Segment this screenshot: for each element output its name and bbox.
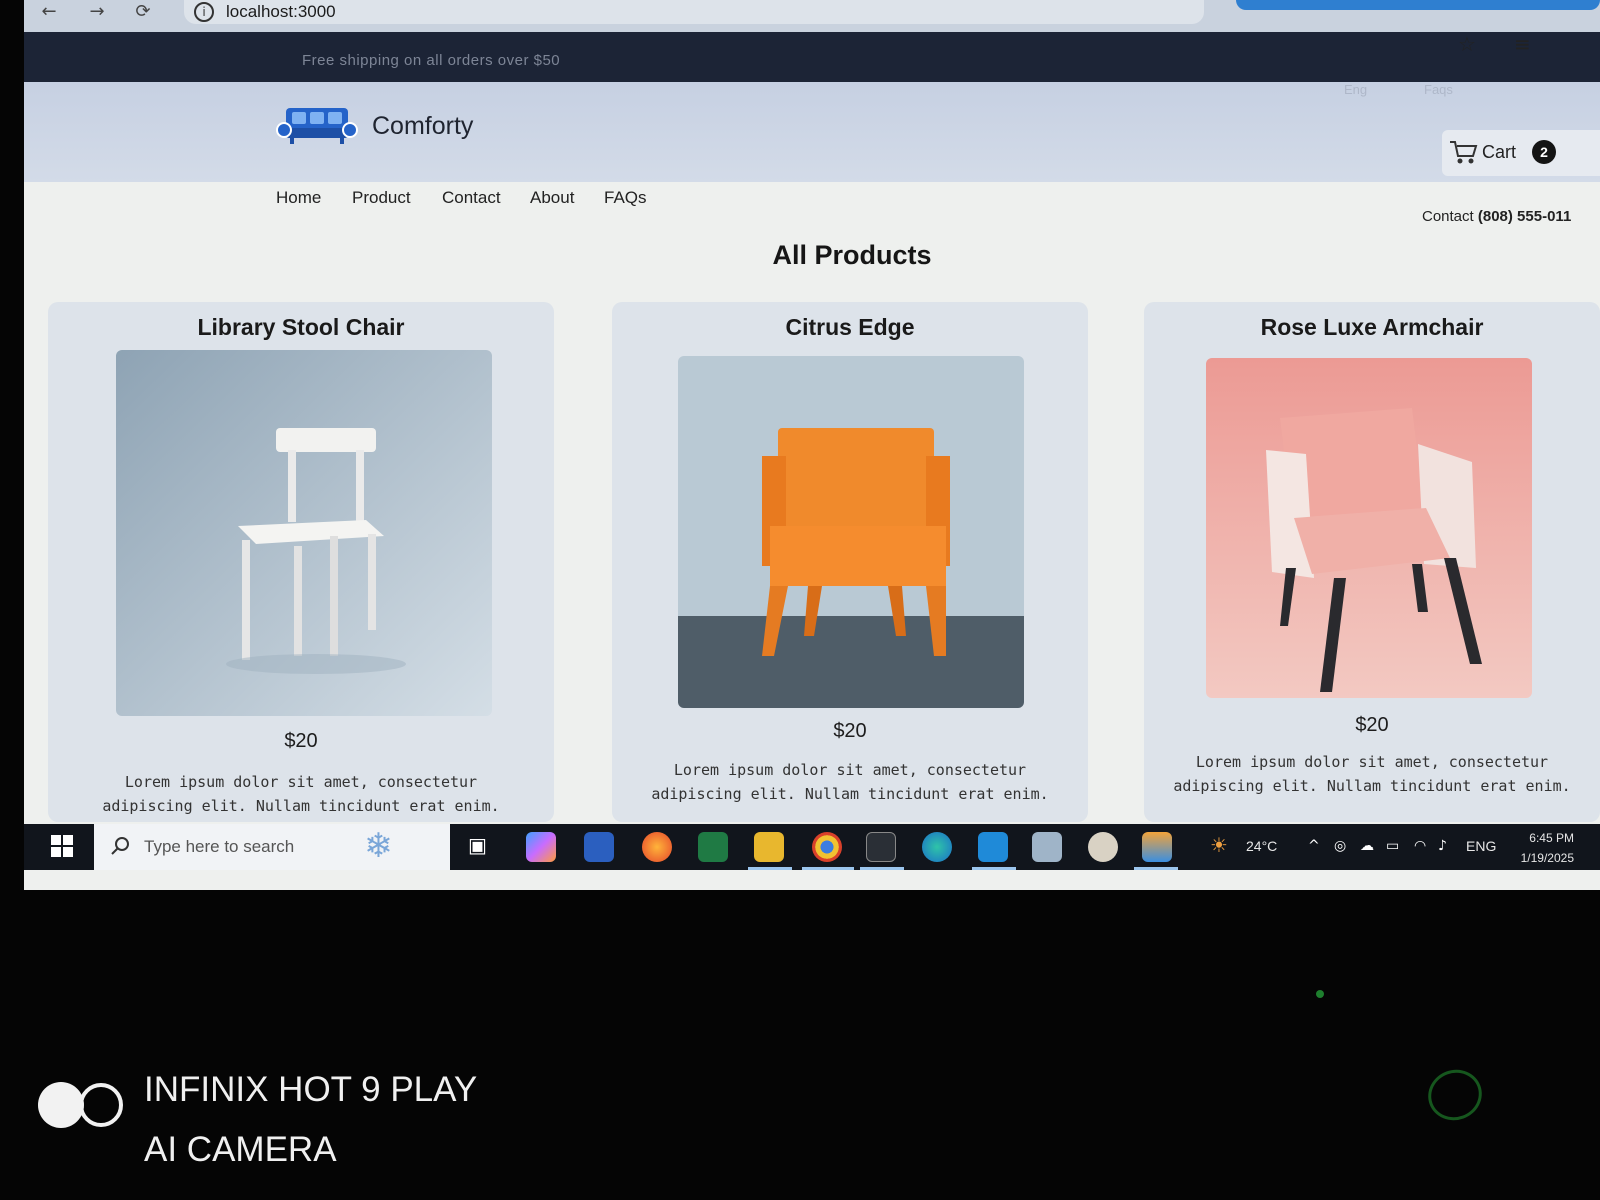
forward-button[interactable]: → <box>86 2 108 24</box>
terminal-icon[interactable] <box>866 832 896 862</box>
active-app-indicator <box>1134 867 1178 870</box>
search-icon <box>111 837 129 855</box>
product-description-line: adipiscing elit. Nullam tincidunt erat e… <box>1173 777 1571 795</box>
product-image-citrus-edge[interactable] <box>678 356 1024 708</box>
windows-start-icon[interactable] <box>50 834 74 858</box>
product-description: Lorem ipsum dolor sit amet, consectetur … <box>612 758 1088 806</box>
product-price: $20 <box>284 730 318 752</box>
camera-label: AI CAMERA <box>144 1130 337 1169</box>
active-app-indicator <box>972 867 1016 870</box>
weather-temp[interactable]: 24°C <box>1246 838 1277 854</box>
battery-icon[interactable]: ▭ <box>1386 838 1399 854</box>
power-led <box>1316 990 1324 998</box>
weather-icon[interactable]: ☀ <box>1210 833 1228 857</box>
clock-date: 1/19/2025 <box>1520 851 1574 865</box>
contact-phone[interactable]: (808) 555-011 <box>1478 208 1571 225</box>
announcement-bar: Free shipping on all orders over $50 <box>24 32 1600 82</box>
active-app-indicator <box>748 867 792 870</box>
product-card[interactable]: Library Stool Chair $20 Lorem ipsum dolo… <box>48 302 554 822</box>
brand-name[interactable]: Comforty <box>372 112 473 141</box>
product-name[interactable]: Rose Luxe Armchair <box>1144 314 1600 341</box>
product-description-line: Lorem ipsum dolor sit amet, consectetur <box>1195 753 1549 771</box>
announcement-text: Free shipping on all orders over $50 <box>302 52 561 69</box>
camera-toggle-icon <box>38 1082 123 1128</box>
edge-icon[interactable] <box>922 832 952 862</box>
cart-button[interactable]: Cart 2 <box>1442 130 1600 176</box>
reload-button[interactable]: ⟳ <box>132 2 154 24</box>
volume-icon[interactable]: ♪ <box>1438 838 1447 854</box>
product-description: Lorem ipsum dolor sit amet, consectetur … <box>48 770 554 818</box>
language-link[interactable]: Eng <box>1344 82 1367 97</box>
address-bar[interactable] <box>184 0 1204 24</box>
search-placeholder: Type here to search <box>144 837 295 856</box>
firefox-icon[interactable] <box>642 832 672 862</box>
file-explorer-icon[interactable] <box>754 832 784 862</box>
onedrive-icon[interactable]: ☁ <box>1360 838 1374 854</box>
copilot-icon[interactable] <box>526 832 556 862</box>
sofa-logo-icon[interactable] <box>276 104 358 148</box>
excel-icon[interactable] <box>698 832 728 862</box>
faqs-top-link[interactable]: Faqs <box>1424 82 1453 97</box>
cart-count-badge: 2 <box>1532 140 1556 164</box>
site-info-icon[interactable]: i <box>194 2 214 22</box>
reading-list-icon[interactable]: ≡ <box>1514 32 1531 56</box>
nav-contact[interactable]: Contact <box>442 188 501 208</box>
product-image-rose-luxe-armchair[interactable] <box>1206 358 1532 698</box>
product-name[interactable]: Library Stool Chair <box>48 314 554 341</box>
cart-label: Cart <box>1482 142 1517 162</box>
site-header: Eng Faqs Comforty Cart 2 <box>24 82 1600 182</box>
active-app-indicator <box>860 867 904 870</box>
product-card[interactable]: Citrus Edge $20 Lorem ipsum dolor sit am… <box>612 302 1088 822</box>
url-text[interactable]: localhost:3000 <box>226 2 336 22</box>
nav-about[interactable]: About <box>530 188 574 208</box>
product-description-line: adipiscing elit. Nullam tincidunt erat e… <box>102 797 500 815</box>
camera-watermark: INFINIX HOT 9 PLAY AI CAMERA <box>144 1060 477 1180</box>
product-description-line: Lorem ipsum dolor sit amet, consectetur <box>124 773 478 791</box>
browser-accent-tab <box>1236 0 1600 10</box>
reflection-ring <box>1421 1062 1489 1128</box>
product-description-line: adipiscing elit. Nullam tincidunt erat e… <box>651 785 1049 803</box>
paint-icon[interactable] <box>1088 832 1118 862</box>
windows-taskbar: Type here to search ❄ ▣ ☀ 24°C ^ ◎ ☁ ▭ ◠… <box>24 824 1600 870</box>
camera-model: INFINIX HOT 9 PLAY <box>144 1070 478 1109</box>
nav-faqs[interactable]: FAQs <box>604 188 647 208</box>
product-image-library-stool-chair[interactable] <box>116 350 492 716</box>
wifi-icon[interactable]: ◠ <box>1414 838 1426 854</box>
product-price: $20 <box>1355 714 1389 736</box>
snowflake-icon: ❄ <box>364 826 393 866</box>
vscode-icon[interactable] <box>978 832 1008 862</box>
nav-home[interactable]: Home <box>276 188 321 208</box>
product-card[interactable]: Rose Luxe Armchair $20 Lorem ipsum dolor… <box>1144 302 1600 822</box>
clock[interactable]: 6:45 PM 1/19/2025 <box>1504 828 1574 868</box>
bookmark-star-icon[interactable]: ☆ <box>1458 32 1476 56</box>
chevron-up-icon[interactable]: ^ <box>1308 838 1320 854</box>
chrome-icon[interactable] <box>812 832 842 862</box>
word-icon[interactable] <box>584 832 614 862</box>
monitor-screen: ← → ⟳ i localhost:3000 Free shipping on … <box>24 0 1600 890</box>
active-app-indicator <box>802 867 854 870</box>
product-name[interactable]: Citrus Edge <box>612 314 1088 341</box>
clock-time: 6:45 PM <box>1529 831 1574 845</box>
back-button[interactable]: ← <box>38 2 60 24</box>
nav-product[interactable]: Product <box>352 188 411 208</box>
product-description-line: Lorem ipsum dolor sit amet, consectetur <box>673 761 1027 779</box>
product-description: Lorem ipsum dolor sit amet, consectetur … <box>1144 750 1600 798</box>
shopping-cart-icon <box>1450 141 1478 164</box>
task-view-icon[interactable]: ▣ <box>468 833 487 857</box>
notepad-icon[interactable] <box>1032 832 1062 862</box>
taskbar-search-input[interactable]: Type here to search ❄ <box>94 824 450 870</box>
app-launcher-icon[interactable] <box>1142 832 1172 862</box>
contact-label: Contact <box>1422 208 1474 225</box>
header-contact: Contact (808) 555-011 <box>1422 208 1571 225</box>
product-price: $20 <box>833 720 867 742</box>
meet-icon[interactable]: ◎ <box>1334 838 1346 854</box>
page-title: All Products <box>772 240 932 270</box>
language-indicator[interactable]: ENG <box>1466 838 1496 854</box>
browser-toolbar: ← → ⟳ i localhost:3000 <box>24 0 1600 32</box>
